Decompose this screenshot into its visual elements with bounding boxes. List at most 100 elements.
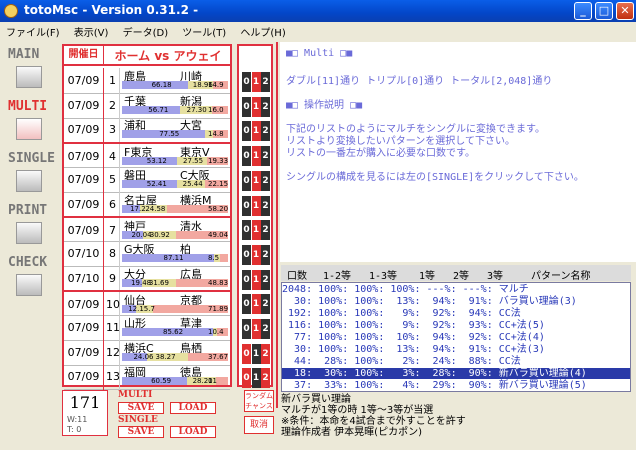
pick-cell-0[interactable]: 0: [242, 195, 251, 216]
pick-cell-0[interactable]: 0: [242, 294, 251, 315]
pick-cell-0[interactable]: 0: [242, 121, 251, 142]
maximize-button[interactable]: □: [595, 2, 613, 20]
pick-cell-2[interactable]: 2: [261, 121, 270, 142]
pattern-row[interactable]: 77: 100%: 100%: 10%: 94%: 92%: CC+法(4): [282, 332, 630, 343]
printer-icon[interactable]: [16, 222, 42, 244]
match-row: 07/09 3 浦和 大宮 77.55 14.8: [64, 117, 230, 144]
pattern-row[interactable]: 37: 33%: 100%: 4%: 29%: 90%: 新バラ買い理論(5): [282, 380, 630, 391]
sidebar-check[interactable]: CHECK: [8, 256, 52, 270]
pattern-row[interactable]: 2048: 100%: 100%: 100%: ---%: ---%: マルチ: [282, 284, 630, 295]
howto-title: ■□ 操作説明 □■: [286, 100, 363, 111]
single-save-button[interactable]: SAVE: [118, 426, 164, 438]
away-vote-pct: 49.04: [208, 231, 229, 240]
minimize-button[interactable]: _: [574, 2, 592, 20]
multi-load-button[interactable]: LOAD: [170, 402, 216, 414]
desc-line-3: リストの一番左が購入に必要な口数です。: [286, 148, 475, 159]
pattern-row[interactable]: 192: 100%: 100%: 9%: 92%: 94%: CC法: [282, 308, 630, 319]
pattern-row[interactable]: 30: 100%: 100%: 13%: 94%: 91%: CC+法(3): [282, 344, 630, 355]
pick-cell-0[interactable]: 0: [242, 96, 251, 117]
match-date: 07/09: [64, 166, 104, 193]
pick-cell-0[interactable]: 0: [242, 220, 251, 241]
multi-title: ■□ Multi □■: [286, 48, 353, 59]
pick-cell-2[interactable]: 2: [261, 343, 270, 364]
pick-cell-1[interactable]: 1: [251, 121, 261, 142]
pick-cell-1[interactable]: 1: [251, 146, 261, 167]
app-icon: [4, 4, 18, 18]
pick-cell-1[interactable]: 1: [251, 368, 261, 389]
pick-row: 012: [242, 269, 270, 290]
check-sheet-icon[interactable]: [16, 274, 42, 296]
single-label: SINGLE: [118, 415, 158, 425]
away-vote-pct: 37.67: [208, 352, 229, 361]
pick-cell-0[interactable]: 0: [242, 72, 251, 92]
pick-cell-1[interactable]: 1: [251, 195, 261, 216]
computer-icon[interactable]: [16, 66, 42, 88]
draw-vote-pct: 27.55: [183, 157, 204, 166]
sidebar-print[interactable]: PRINT: [8, 204, 52, 218]
pick-cell-1[interactable]: 1: [251, 294, 261, 315]
pattern-row[interactable]: 116: 100%: 100%: 9%: 92%: 93%: CC+法(5): [282, 320, 630, 331]
match-row: 07/10 8 G大阪柏 87.11 8.5: [64, 240, 230, 267]
sidebar-main[interactable]: MAIN: [8, 48, 52, 62]
away-vote-pct: 11: [208, 377, 217, 386]
menu-help[interactable]: ヘルプ(H): [240, 24, 285, 39]
pick-cell-1[interactable]: 1: [251, 220, 261, 241]
pick-cell-0[interactable]: 0: [242, 269, 251, 290]
menu-data[interactable]: データ(D): [123, 24, 169, 39]
single-load-button[interactable]: LOAD: [170, 426, 216, 438]
match-row: 07/09 10 仙台 京都 12.15.7 71.89: [64, 290, 230, 319]
pattern-row[interactable]: 44: 28%: 100%: 2%: 24%: 88%: CC法: [282, 356, 630, 367]
pick-cell-1[interactable]: 1: [251, 72, 261, 92]
pick-cell-2[interactable]: 2: [261, 269, 270, 290]
match-row: 07/09 11 山形 草津 85.62 10.4: [64, 315, 230, 341]
pick-cell-1[interactable]: 1: [251, 343, 261, 364]
menu-file[interactable]: ファイル(F): [6, 24, 60, 39]
multi-save-button[interactable]: SAVE: [118, 402, 164, 414]
away-vote-pct: 71.89: [208, 305, 229, 314]
pick-cell-1[interactable]: 1: [251, 96, 261, 117]
single-sheet-icon[interactable]: [16, 170, 42, 192]
total-count: 171: [69, 393, 101, 412]
menu-view[interactable]: 表示(V): [74, 24, 109, 39]
pick-cell-0[interactable]: 0: [242, 146, 251, 167]
pick-row: 012: [242, 368, 270, 389]
pattern-row[interactable]: 30: 100%: 100%: 13%: 94%: 91%: バラ買い理論(3): [282, 296, 630, 307]
pick-cell-1[interactable]: 1: [251, 319, 261, 339]
pick-cell-2[interactable]: 2: [261, 170, 270, 191]
away-vote-pct: 10.4: [208, 328, 224, 336]
pick-cell-0[interactable]: 0: [242, 319, 251, 339]
pick-cell-0[interactable]: 0: [242, 244, 251, 265]
cancel-button[interactable]: 取消: [244, 416, 274, 434]
home-vote-pct: 20.04: [131, 231, 152, 240]
pick-cell-2[interactable]: 2: [261, 368, 270, 389]
match-row: 07/09 2 千葉 新潟 56.71 27.30 16.0: [64, 92, 230, 119]
home-vote-pct: 53.12: [146, 157, 167, 166]
pattern-list[interactable]: 2048: 100%: 100%: 100%: ---%: ---%: マルチ …: [281, 282, 631, 392]
pick-cell-2[interactable]: 2: [261, 72, 270, 92]
pick-cell-2[interactable]: 2: [261, 244, 270, 265]
pick-cell-0[interactable]: 0: [242, 368, 251, 389]
pick-row: 012: [242, 121, 270, 142]
pick-cell-2[interactable]: 2: [261, 220, 270, 241]
sidebar-single[interactable]: SINGLE: [8, 152, 55, 166]
pick-cell-2[interactable]: 2: [261, 319, 270, 339]
pick-cell-0[interactable]: 0: [242, 170, 251, 191]
pick-cell-2[interactable]: 2: [261, 294, 270, 315]
match-number: 1: [106, 68, 120, 94]
sidebar-multi[interactable]: MULTI: [8, 100, 52, 114]
menu-tool[interactable]: ツール(T): [182, 24, 226, 39]
pick-cell-0[interactable]: 0: [242, 343, 251, 364]
multi-sheet-icon[interactable]: [16, 118, 42, 140]
pick-cell-1[interactable]: 1: [251, 170, 261, 191]
pick-cell-2[interactable]: 2: [261, 96, 270, 117]
random-chance-button[interactable]: ランダム チャンス: [244, 390, 274, 412]
pick-cell-1[interactable]: 1: [251, 269, 261, 290]
pick-cell-2[interactable]: 2: [261, 195, 270, 216]
pick-cell-2[interactable]: 2: [261, 146, 270, 167]
close-button[interactable]: ✕: [616, 2, 634, 20]
pattern-row[interactable]: 18: 30%: 100%: 3%: 28%: 90%: 新バラ買い理論(4): [282, 368, 630, 379]
pick-cell-1[interactable]: 1: [251, 244, 261, 265]
pattern-desc-4: 理論作成者 伊本晃暉(ピカポン): [281, 427, 422, 438]
match-row: 07/09 12 横浜C 鳥栖 24.06 38.27 37.67: [64, 339, 230, 366]
col-1st: 1等: [419, 271, 436, 282]
